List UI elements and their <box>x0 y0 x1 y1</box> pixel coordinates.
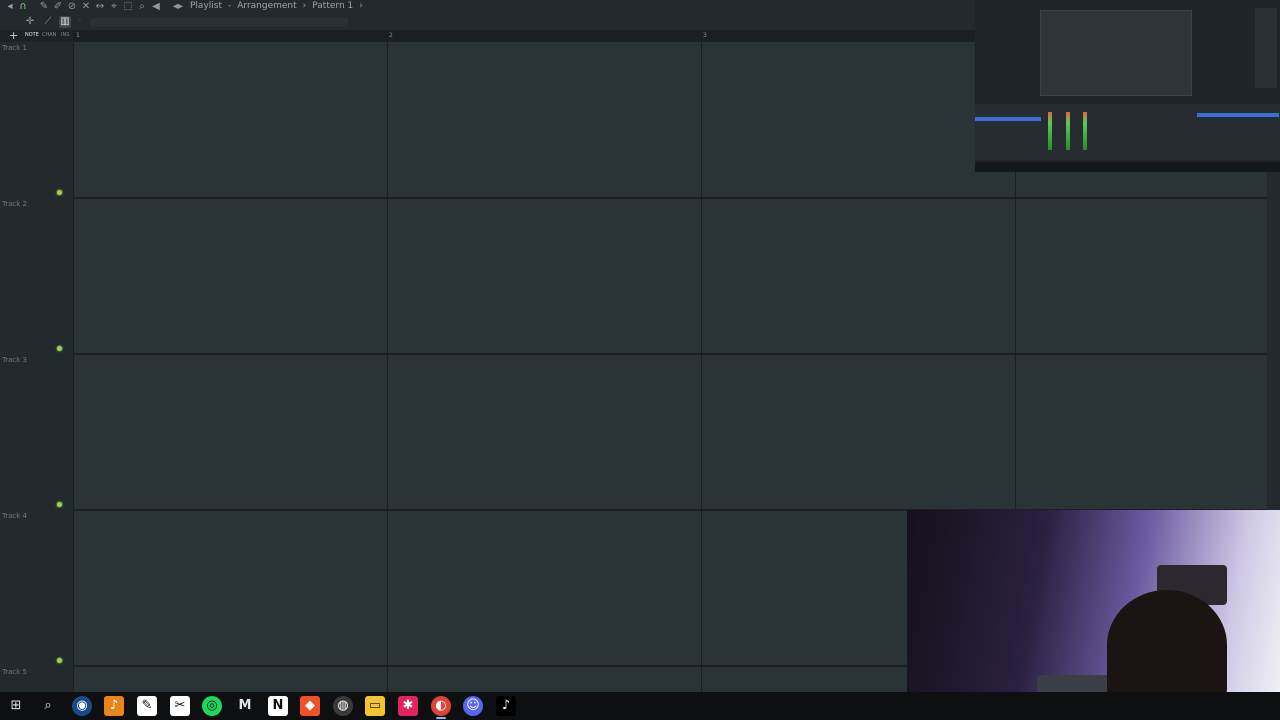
bar-number: 1 <box>76 32 80 39</box>
window-title: Playlist - Arrangement › Pattern 1 › <box>187 1 366 11</box>
title-part-arrangement: Arrangement <box>237 1 297 11</box>
webcam-person <box>1107 590 1227 692</box>
obs-icon[interactable]: ◍ <box>333 696 353 716</box>
mute-icon[interactable]: ✕ <box>80 1 92 13</box>
preview-canvas <box>1040 10 1192 96</box>
track-name: Track 4 <box>2 512 27 520</box>
track-mute-led[interactable] <box>57 190 62 195</box>
screen-preview-overlay <box>975 0 1280 172</box>
chrome-icon[interactable]: ◐ <box>431 696 451 719</box>
slice-icon[interactable]: ⌖ <box>108 1 120 13</box>
piano-roll-icon[interactable]: ▥ <box>59 16 71 28</box>
preview-sidebar <box>1255 8 1277 88</box>
discord-icon[interactable]: ☺ <box>463 696 483 716</box>
title-part-playlist: Playlist <box>190 1 222 11</box>
draw-app-icon[interactable]: ✎ <box>137 696 157 716</box>
track-name: Track 3 <box>2 356 27 364</box>
bar-line <box>701 42 702 692</box>
track-header[interactable]: Track 1 <box>0 42 73 198</box>
audio-meter <box>1083 112 1087 150</box>
track-name: Track 1 <box>2 44 27 52</box>
webcam-overlay <box>907 510 1280 692</box>
track-name: Track 5 <box>2 668 27 676</box>
add-track-button[interactable]: + <box>9 29 18 42</box>
arrow-left-icon[interactable]: ◂ <box>4 1 16 13</box>
preview-selected-scene <box>975 117 1041 121</box>
tab-note[interactable]: NOTE <box>25 32 39 38</box>
title-separator: › <box>359 1 363 11</box>
delete-icon[interactable]: ⊘ <box>66 1 78 13</box>
slip-icon[interactable]: ↔ <box>94 1 106 13</box>
spotify-icon[interactable]: ◎ <box>202 696 222 716</box>
playback-icon[interactable]: ◀ <box>150 1 162 13</box>
search-icon[interactable]: ⌕ <box>38 696 58 716</box>
magnet-icon[interactable]: ∩ <box>17 1 29 13</box>
fl-studio-icon[interactable]: ♪ <box>104 696 124 716</box>
tiktok-icon[interactable]: ♪ <box>496 696 516 716</box>
snap-icon[interactable]: · <box>74 16 86 28</box>
taskbar: ⊞ ⌕ ◉ ♪ ✎ ✂ ◎ M N ◆ ◍ ▭ ✱ ◐ ☺ ♪ <box>0 692 1280 720</box>
brave-icon[interactable]: ◆ <box>300 696 320 716</box>
audio-meter <box>1066 112 1070 150</box>
title-bar: ◂ ∩ ✎ ✐ ⊘ ✕ ↔ ⌖ ⬚ ⌕ ◀ ◂▸ Playlist - Arrang… <box>0 0 975 15</box>
windows-start-icon[interactable]: ⊞ <box>6 696 26 716</box>
brush-icon[interactable]: ✐ <box>52 1 64 13</box>
track-header[interactable]: Track 2 <box>0 198 73 354</box>
pencil-icon[interactable]: ✎ <box>38 1 50 13</box>
audio-meter <box>1048 112 1052 150</box>
track-divider <box>73 197 1267 199</box>
steam-icon[interactable]: ◉ <box>72 696 92 716</box>
zoom-icon[interactable]: ⌕ <box>136 1 148 13</box>
file-explorer-icon[interactable]: ▭ <box>365 696 385 716</box>
secondary-toolbar: ✛ ⟋ ▥ · <box>0 15 975 30</box>
track-header[interactable]: Track 5 <box>0 666 73 692</box>
medium-icon[interactable]: M <box>235 696 255 716</box>
notion-icon[interactable]: N <box>268 696 288 716</box>
bar-line <box>387 42 388 692</box>
capcut-icon[interactable]: ✂ <box>170 696 190 716</box>
tab-ins[interactable]: INS <box>61 32 69 38</box>
preview-selected-control <box>1197 113 1279 117</box>
melodyne-icon[interactable]: ✱ <box>398 696 418 716</box>
track-header[interactable]: Track 3 <box>0 354 73 510</box>
title-separator: - <box>228 1 232 11</box>
pattern-selector[interactable] <box>90 18 348 27</box>
track-mute-led[interactable] <box>57 502 62 507</box>
tab-chan[interactable]: CHAN <box>42 32 56 38</box>
title-separator: › <box>302 1 307 11</box>
track-mute-led[interactable] <box>57 658 62 663</box>
bar-number: 3 <box>703 32 707 39</box>
title-part-pattern: Pattern 1 <box>312 1 354 11</box>
pencil-icon[interactable]: ⟋ <box>42 16 54 28</box>
arrows-icon[interactable]: ◂▸ <box>172 1 184 13</box>
zoom-horizontal-icon[interactable]: ✛ <box>24 16 36 28</box>
bar-number: 2 <box>389 32 393 39</box>
track-name: Track 2 <box>2 200 27 208</box>
track-mute-led[interactable] <box>57 346 62 351</box>
track-divider <box>73 353 1267 355</box>
track-header[interactable]: Track 4 <box>0 510 73 666</box>
preview-taskbar <box>975 162 1280 172</box>
track-headers: Track 1 Track 2 Track 3 Track 4 Track 5 <box>0 42 73 692</box>
select-icon[interactable]: ⬚ <box>122 1 134 13</box>
bar-line <box>73 42 74 692</box>
